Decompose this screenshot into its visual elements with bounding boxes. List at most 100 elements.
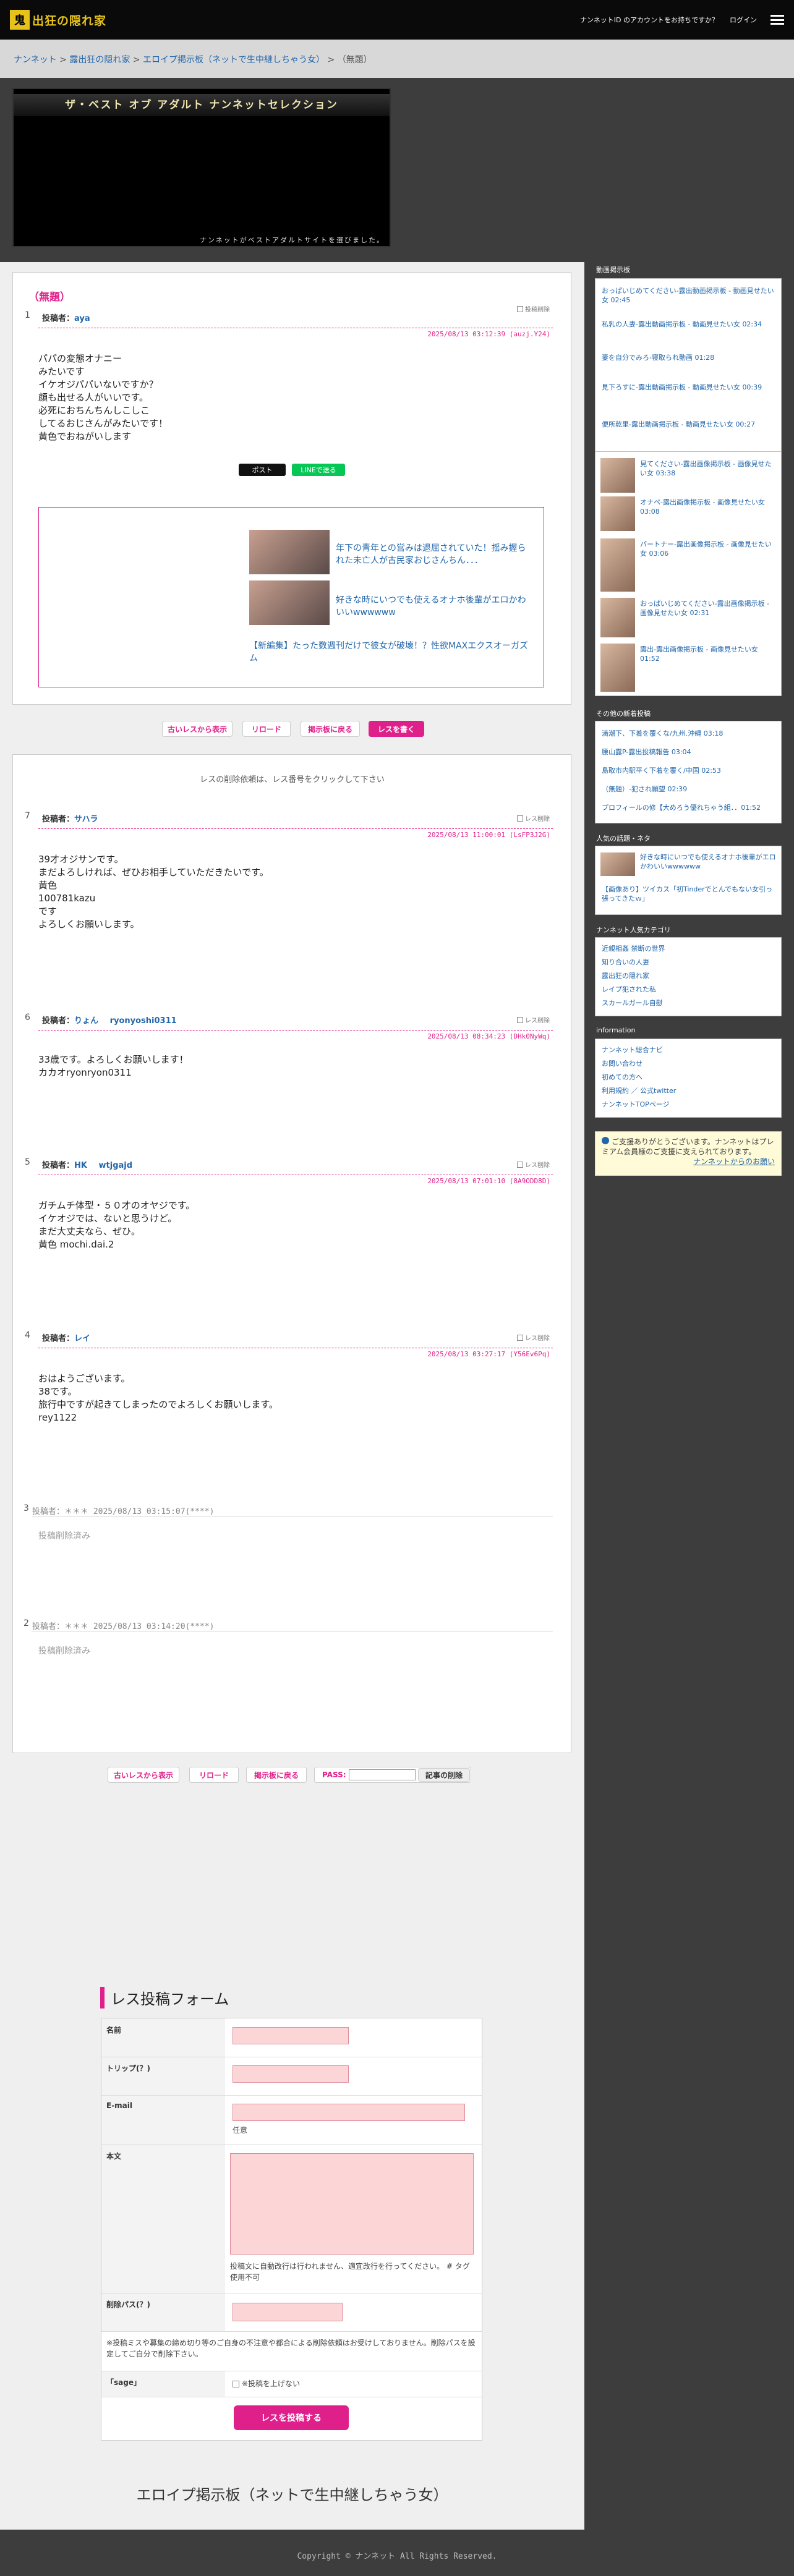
form-notice: ※投稿ミスや募集の締め切り等のご自身の不注意や都合による削除依頼はお受けしており… — [106, 2339, 476, 2358]
thread-delete[interactable]: 投稿削除 — [517, 304, 550, 313]
side-thumb[interactable] — [600, 598, 635, 637]
trip-input[interactable] — [233, 2065, 349, 2083]
side-thumb[interactable] — [600, 496, 635, 531]
poster-name: レイ — [74, 1334, 91, 1343]
res-number[interactable]: 2 — [23, 1618, 29, 1628]
back-button[interactable]: 掲示板に戻る — [246, 1767, 307, 1783]
ad-image[interactable] — [249, 530, 330, 574]
info-icon — [602, 1137, 609, 1144]
name-input[interactable] — [233, 2027, 349, 2044]
side-link[interactable]: 露出狂の隠れ家 — [602, 971, 776, 980]
breadcrumb-subboard[interactable]: エロイプ掲示板（ネットで生中継しちゃう女） — [143, 55, 325, 65]
res-delete-label: レス削除 — [525, 1162, 550, 1169]
back-button[interactable]: 掲示板に戻る — [301, 721, 360, 737]
side-link[interactable]: 近親相姦 禁断の世界 — [602, 944, 776, 953]
site-logo[interactable]: 鬼出狂の隠れ家 — [10, 7, 106, 32]
info-text: ご支援ありがとうございます。ナンネットはプレミアム会員様のご支援に支えられており… — [602, 1137, 774, 1156]
side-link[interactable]: ナンネット総合ナビ — [602, 1045, 776, 1055]
checkbox-icon[interactable] — [517, 1016, 523, 1023]
side-link[interactable]: 腰山露P-露出投稿報告 03:04 — [602, 747, 776, 757]
side-thumb[interactable] — [600, 458, 635, 493]
banner-sub: ナンネットがベストアダルトサイトを選びました。 — [200, 236, 385, 244]
checkbox-icon[interactable] — [517, 1334, 523, 1341]
reload-button[interactable]: リロード — [189, 1767, 239, 1783]
res-delete[interactable]: レス削除 — [517, 1160, 550, 1169]
ad-image[interactable] — [249, 580, 330, 625]
side-link[interactable]: ナンネットTOPページ — [602, 1100, 776, 1109]
site-header: 鬼出狂の隠れ家 ナンネットID のアカウントをお持ちですか？ ログイン — [0, 0, 794, 40]
poster-label: 投稿者： — [42, 1334, 75, 1343]
logo-text: 出狂の隠れ家 — [32, 14, 107, 28]
side-link-date: 02:31 — [689, 609, 710, 617]
old-first-button[interactable]: 古いレスから表示 — [108, 1767, 179, 1783]
checkbox-icon[interactable] — [517, 305, 523, 312]
info-link[interactable]: ナンネットからのお願い — [693, 1157, 775, 1166]
submit-button[interactable]: レスを投稿する — [234, 2405, 349, 2430]
breadcrumb-board[interactable]: 露出狂の隠れ家 — [69, 55, 130, 65]
side-link[interactable]: パートナー-露出画像掲示板 - 画像見せたい女 03:06 — [640, 540, 776, 558]
email-input[interactable] — [233, 2104, 465, 2121]
ad-link[interactable]: 年下の青年との営みは退屈されていた！揺み握られた未亡人が古民家おじさんちん．．． — [336, 542, 534, 567]
side-link[interactable]: 知り合いの人妻 — [602, 958, 776, 967]
side-link[interactable]: おっぱいじめてください-露出動画掲示板 - 動画見せたい女 02:45 — [602, 286, 775, 305]
side-link[interactable]: 露出-露出画像掲示板 - 画像見せたい女 01:52 — [640, 645, 776, 663]
poster-tag[interactable]: ryonyoshi0311 — [110, 1016, 177, 1026]
checkbox-icon[interactable] — [517, 1161, 523, 1168]
side-thumb[interactable] — [600, 852, 635, 876]
checkbox-icon[interactable] — [233, 2380, 239, 2387]
side-link[interactable]: 妻を自分でみろ-寝取られ動画 01:28 — [602, 353, 775, 362]
delpass-input[interactable] — [233, 2303, 343, 2321]
side-link-date: 02:45 — [610, 296, 631, 304]
breadcrumb-home[interactable]: ナンネット — [14, 55, 57, 65]
side-link[interactable]: オナペ-露出画像掲示板 - 画像見せたい女 03:08 — [640, 498, 776, 516]
side-link[interactable]: プロフィールの修【大めろう優れちゃう組．．01:52 — [602, 803, 776, 812]
side-link[interactable]: 便所乾里-露出動画掲示板 - 動画見せたい女 00:27 — [602, 420, 775, 429]
side-link[interactable]: お問い合わせ — [602, 1059, 776, 1068]
side-link[interactable]: 好きな時にいつでも使えるオナホ後輩がエロかわいいwwwwww — [640, 852, 776, 871]
share-x-button[interactable]: ポスト — [239, 464, 286, 476]
res-number[interactable]: 7 — [25, 811, 30, 821]
delete-article-button[interactable]: 記事の削除 — [418, 1768, 470, 1782]
side-link[interactable]: おっぱいじめてください-露出画像掲示板 - 画像見せたい女 02:31 — [640, 599, 776, 618]
side-link[interactable]: 満潮下、下着を覆くな/九州.沖縄 03:18 — [602, 729, 776, 738]
res-delete[interactable]: レス削除 — [517, 1333, 550, 1342]
res-poster: 投稿者：レイ — [42, 1332, 90, 1343]
write-button[interactable]: レスを書く — [369, 721, 424, 737]
form-title: レス投稿フォーム — [100, 1987, 229, 2009]
poster-tag[interactable]: wtjgajd — [99, 1161, 133, 1170]
side-link[interactable]: 私乳の人妻-露出動画掲示板 - 動画見せたい女 02:34 — [602, 320, 775, 329]
pass-input[interactable] — [348, 1769, 416, 1780]
side-link[interactable]: 島取市内駅平く下着を覆く/中国 02:53 — [602, 766, 776, 775]
old-first-button[interactable]: 古いレスから表示 — [162, 721, 233, 737]
login-link[interactable]: ログイン — [730, 15, 757, 25]
thread-number[interactable]: 1 — [25, 310, 30, 320]
side-link-date: 03:06 — [649, 550, 669, 558]
side-thumb[interactable] — [600, 644, 635, 692]
ad-footer-link[interactable]: 【新編集】たった数週刊だけで彼女が破壊！？性欲MAXエクスオーガズム — [249, 640, 534, 665]
share-line-button[interactable]: LINEで送る — [292, 464, 345, 476]
side-link[interactable]: 見てください-露出画像掲示板 - 画像見せたい女 03:38 — [640, 459, 776, 478]
body-textarea[interactable] — [230, 2153, 474, 2255]
side-link[interactable]: 見下ろすに-露出動画掲示板 - 動画見せたい女 00:39 — [602, 383, 775, 392]
res-delete[interactable]: レス削除 — [517, 814, 550, 823]
side-link[interactable]: 初めての方へ — [602, 1073, 776, 1082]
menu-icon[interactable] — [771, 15, 784, 25]
side-link[interactable]: （無題）-犯され願望 02:39 — [602, 784, 776, 794]
checkbox-icon[interactable] — [517, 815, 523, 822]
res-delete[interactable]: レス削除 — [517, 1015, 550, 1024]
side-link[interactable]: スカールガール自慰 — [602, 998, 776, 1008]
side-link[interactable]: レイプ犯された私 — [602, 985, 776, 994]
reload-button[interactable]: リロード — [242, 721, 291, 737]
ad-banner[interactable]: ザ・ベスト オブ アダルト ナンネットセレクション ナンネットがベストアダルトサ… — [12, 88, 391, 247]
sage-option[interactable]: ※投稿を上げない — [233, 2378, 300, 2389]
side-title: 画像で見せたい女 — [596, 440, 651, 448]
res-number[interactable]: 4 — [25, 1330, 30, 1340]
side-link[interactable]: 【画像あり】ツイカス「初Tinderでとんでもない女引っ張ってきたｗ」 — [602, 885, 776, 903]
side-link[interactable]: 利用規約 ／ 公式twitter — [602, 1086, 776, 1095]
side-thumb[interactable] — [600, 538, 635, 592]
ad-link[interactable]: 好きな時にいつでも使えるオナホ後輩がエロかわいいwwwwww — [336, 594, 534, 619]
sage-label: ※投稿を上げない — [242, 2379, 301, 2388]
res-number[interactable]: 3 — [23, 1503, 29, 1513]
res-number[interactable]: 5 — [25, 1157, 30, 1167]
res-number[interactable]: 6 — [25, 1013, 30, 1022]
